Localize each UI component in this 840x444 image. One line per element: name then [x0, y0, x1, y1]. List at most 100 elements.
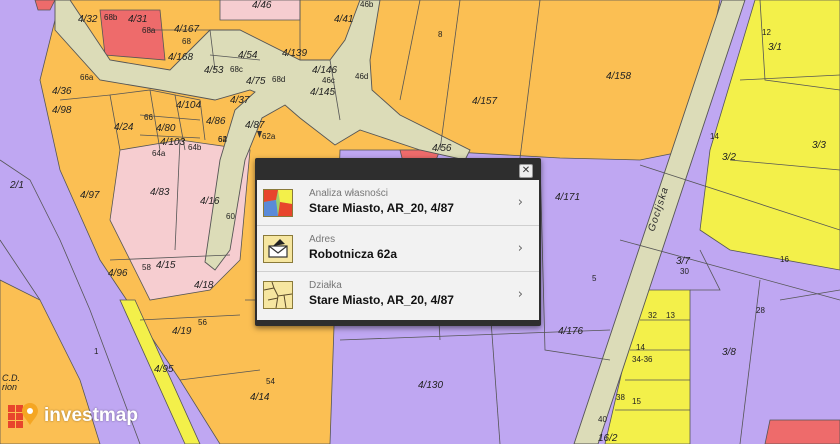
- parcel-label: 40: [598, 415, 607, 424]
- parcel-label: 4/16: [200, 196, 220, 207]
- parcel-label: 68d: [272, 75, 285, 84]
- parcel-label: 3/1: [768, 42, 782, 53]
- parcel-label: 68a: [142, 26, 156, 35]
- parcel-label: 46c: [322, 76, 335, 85]
- investmap-logo[interactable]: investmap: [8, 400, 138, 432]
- parcel-label: 2/1: [9, 180, 24, 191]
- parcel-label: 4/86: [206, 116, 226, 127]
- parcel-label: 64b: [188, 143, 202, 152]
- row-caption: Analiza własności: [309, 188, 388, 199]
- parcel-label: 4/24: [114, 122, 134, 133]
- edge-text: C.D. rion: [2, 373, 20, 392]
- parcel-label: 4/83: [150, 187, 170, 198]
- row-caption: Działka: [309, 280, 342, 291]
- parcel-label: 14: [636, 343, 645, 352]
- parcel-row[interactable]: Działka Stare Miasto, AR_20, 4/87 ›: [257, 272, 539, 317]
- chevron-right-icon: ›: [517, 195, 523, 210]
- parcel-label: 13: [666, 311, 675, 320]
- red-block-4: [764, 419, 840, 444]
- parcel-label: 4/54: [238, 50, 258, 61]
- parcel-label: 16: [780, 255, 789, 264]
- parcel-label: 14: [710, 132, 719, 141]
- parcel-label: 4/98: [52, 105, 72, 116]
- parcel-label: 28: [756, 306, 765, 315]
- parcel-label: 3/3: [812, 140, 826, 151]
- parcel-label: 68b: [104, 13, 118, 22]
- parcel-label: 4/103: [160, 137, 185, 148]
- parcel-label: 4/80: [156, 123, 176, 134]
- parcel-label: 4/37: [230, 95, 250, 106]
- parcel-label: 1: [94, 347, 99, 356]
- parcel-label: 4/176: [558, 326, 583, 337]
- parcel-map-icon: [263, 281, 293, 309]
- row-caption: Adres: [309, 234, 336, 245]
- parcel-label: 3/8: [722, 347, 736, 358]
- parcel-label: 12: [762, 28, 771, 37]
- parcel-label: 4/31: [128, 14, 147, 25]
- logo-mark-icon: [8, 401, 38, 431]
- parcel-label: 3/2: [722, 152, 736, 163]
- parcel-label: 4/53: [204, 65, 224, 76]
- parcel-label: 34-36: [632, 355, 653, 364]
- parcel-label: 4/167: [174, 24, 199, 35]
- address-row[interactable]: Adres Robotnicza 62a ›: [257, 226, 539, 272]
- parcel-label: 64a: [152, 149, 166, 158]
- ownership-analysis-row[interactable]: Analiza własności Stare Miasto, AR_20, 4…: [257, 180, 539, 226]
- parcel-label: 5: [592, 274, 597, 283]
- chevron-right-icon: ›: [517, 287, 523, 302]
- ownership-map-icon: [263, 189, 293, 217]
- chevron-right-icon: ›: [517, 241, 523, 256]
- parcel-label: 4/145: [310, 87, 335, 98]
- parcel-label: 4/19: [172, 326, 192, 337]
- parcel-label: 58: [142, 263, 151, 272]
- parcel-label: 66a: [80, 73, 94, 82]
- parcel-info-popup: ✕ Analiza własności Stare Miasto, AR_20,…: [255, 158, 541, 326]
- parcel-label: 30: [680, 267, 689, 276]
- parcel-label: 46b: [360, 0, 374, 9]
- parcel-label: 8: [438, 30, 443, 39]
- parcel-label: 60: [226, 212, 235, 221]
- parcel-label: 4/18: [194, 280, 214, 291]
- parcel-label: 46d: [355, 72, 368, 81]
- parcel-label: 68: [182, 37, 191, 46]
- parcel-label: 4/95: [154, 364, 174, 375]
- parcel-label: 4/97: [80, 190, 100, 201]
- parcel-label: 4/96: [108, 268, 128, 279]
- parcel-label: 66: [144, 113, 153, 122]
- parcel-label: 4/41: [334, 14, 353, 25]
- parcel-label: 4/130: [418, 380, 443, 391]
- close-button[interactable]: ✕: [519, 164, 533, 178]
- map-canvas[interactable]: 4/32 68b 4/31 68a 4/167 68 4/168 4/53 68c 4/54 4/7…: [0, 0, 840, 444]
- parcel-label: 4/104: [176, 100, 201, 111]
- parcel-label: 32: [648, 311, 657, 320]
- parcel-label: 38: [616, 393, 625, 402]
- parcel-label: 16/2: [598, 433, 618, 444]
- parcel-label: 4/146: [312, 65, 337, 76]
- parcel-label: 4/139: [282, 48, 307, 59]
- parcel-label: 4/87: [245, 120, 265, 131]
- parcel-label: 4/32: [78, 14, 98, 25]
- parcel-label: 4/56: [432, 143, 452, 154]
- parcel-label: 15: [632, 397, 641, 406]
- row-value: Robotnicza 62a: [309, 247, 398, 261]
- popup-body: Analiza własności Stare Miasto, AR_20, 4…: [257, 180, 539, 320]
- parcel-label: 4/14: [250, 392, 270, 403]
- parcel-label: 4/168: [168, 52, 193, 63]
- parcel-label: 4/158: [606, 71, 631, 82]
- parcel-label: 4/36: [52, 86, 72, 97]
- address-envelope-icon: [263, 235, 293, 263]
- logo-name: investmap: [44, 405, 138, 426]
- row-value: Stare Miasto, AR_20, 4/87: [309, 293, 454, 307]
- parcel-label: 4/157: [472, 96, 497, 107]
- red-block-2: [34, 0, 56, 11]
- parcel-label: 62a: [262, 132, 276, 141]
- parcel-label: 3/7: [676, 256, 690, 267]
- parcel-label: 4/46: [252, 0, 272, 11]
- parcel-label: 68c: [230, 65, 243, 74]
- parcel-label: 54: [266, 377, 275, 386]
- parcel-label: 4/15: [156, 260, 176, 271]
- parcel-label: 62: [218, 135, 227, 144]
- parcel-label: 4/75: [246, 76, 266, 87]
- parcel-label: 4/171: [555, 192, 580, 203]
- parcel-label: 56: [198, 318, 207, 327]
